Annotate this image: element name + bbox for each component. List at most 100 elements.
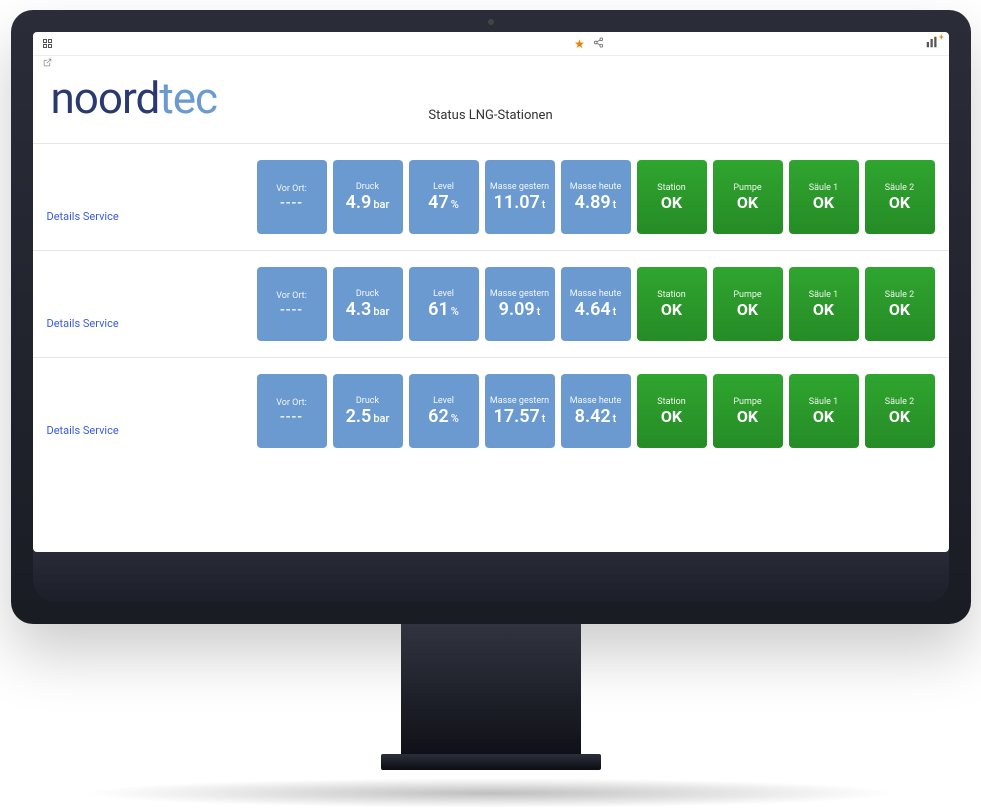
tile-value: 9.09 t [499,301,541,319]
tile-masse-heute[interactable]: Masse heute 4.89 t [561,160,631,234]
header-area: noordtec Status LNG-Stationen [33,72,949,137]
tile-value: 4.9 bar [346,194,390,212]
monitor-base [381,754,601,770]
tile-saeule-2[interactable]: Säule 2 OK [865,374,935,448]
tile-druck[interactable]: Druck 4.9 bar [333,160,403,234]
tile-masse-gestern[interactable]: Masse gestern17.57 t [485,374,555,448]
tile-value: OK [661,195,682,211]
tile-label: Masse heute [570,182,621,192]
tile-label: Säule 1 [809,183,838,193]
tile-masse-gestern[interactable]: Masse gestern11.07 t [485,160,555,234]
camera-dot [488,19,494,25]
tile-label: Masse heute [570,396,621,406]
tile-label: Säule 1 [809,397,838,407]
tile-group: Vor Ort: ---- Druck 4.9 bar Level 47% Masse ge… [257,160,935,234]
tile-saeule-2[interactable]: Säule 2 OK [865,160,935,234]
tile-group: Vor Ort: ---- Druck4.3 bar Level 61% Masse ge… [257,267,935,341]
tile-value: 4.89 t [575,194,617,212]
tile-station[interactable]: Station OK [637,374,707,448]
tile-label: Masse heute [570,289,621,299]
tile-value: OK [813,195,834,211]
tile-value: 11.07 t [494,194,546,212]
tile-druck[interactable]: Druck2.5 bar [333,374,403,448]
edit-icon-row[interactable] [33,56,949,72]
tile-label: Vor Ort: [276,184,307,194]
tile-masse-gestern[interactable]: Masse gestern 9.09 t [485,267,555,341]
tile-pumpe[interactable]: Pumpe OK [713,374,783,448]
tile-label: Masse gestern [490,289,549,299]
station-row: Details ServiceVor Ort:----Druck4.3 barL… [33,257,949,351]
tile-label: Säule 2 [885,183,914,193]
tile-pumpe[interactable]: PumpeOK [713,267,783,341]
monitor-shadow [81,778,901,808]
tile-label: Pumpe [733,397,761,407]
stations-list: Details Service Vor Ort: ---- Druck 4.9 bar L… [33,150,949,458]
tile-level[interactable]: Level 61% [409,267,479,341]
tile-label: Säule 2 [885,397,914,407]
tile-station[interactable]: Station OK [637,160,707,234]
details-service-link[interactable]: Details Service [47,172,257,223]
tile-value: 4.3 bar [346,301,390,319]
tile-vor-ort[interactable]: Vor Ort: ---- [257,160,327,234]
tile-label: Level [433,396,454,406]
tile-value: ---- [280,303,303,317]
tile-value: OK [661,302,682,318]
tile-value: OK [889,409,910,425]
tile-value: OK [737,302,758,318]
tile-label: Level [433,289,454,299]
tile-label: Druck [356,182,379,192]
tile-value: OK [813,302,834,318]
tile-value: OK [661,409,682,425]
logo-part2: tec [159,72,217,124]
tile-group: Vor Ort: ---- Druck2.5 bar Level 62% Masse ge… [257,374,935,448]
tile-label: Station [657,397,685,407]
tile-label: Level [433,182,454,192]
tile-value: ---- [280,410,303,424]
tile-label: Säule 1 [809,290,838,300]
tile-masse-heute[interactable]: Masse heute 4.64 t [561,267,631,341]
tile-value: 62% [428,408,459,426]
topbar: ★ + [33,32,949,56]
tile-level[interactable]: Level 62% [409,374,479,448]
share-icon[interactable] [593,37,604,51]
tile-value: ---- [280,196,303,210]
tile-value: OK [737,195,758,211]
tile-druck[interactable]: Druck4.3 bar [333,267,403,341]
details-service-link[interactable]: Details Service [47,386,257,437]
tile-value: 47% [428,194,459,212]
station-row: Details Service Vor Ort: ---- Druck 4.9 bar L… [33,150,949,244]
station-row: Details ServiceVor Ort:----Druck2.5 barL… [33,364,949,458]
tile-label: Pumpe [733,183,761,193]
tile-vor-ort[interactable]: Vor Ort: ---- [257,374,327,448]
tile-label: Vor Ort: [276,291,307,301]
tile-masse-heute[interactable]: Masse heute8.42 t [561,374,631,448]
tile-value: 2.5 bar [346,408,390,426]
monitor-frame: ★ + noordtec Status LNG-Stationen [11,10,971,808]
tile-station[interactable]: StationOK [637,267,707,341]
favorite-icon[interactable]: ★ [574,37,585,51]
divider [33,143,949,144]
details-service-link[interactable]: Details Service [47,279,257,330]
tile-value: OK [889,195,910,211]
tile-value: 61% [428,301,459,319]
grid-view-icon[interactable] [43,39,52,48]
tile-saeule-1[interactable]: Säule 1 OK [789,374,859,448]
tile-saeule-1[interactable]: Säule 1 OK [789,267,859,341]
tile-vor-ort[interactable]: Vor Ort: ---- [257,267,327,341]
divider [33,357,949,358]
divider [33,250,949,251]
tile-label: Station [657,183,685,193]
tile-saeule-1[interactable]: Säule 1 OK [789,160,859,234]
tile-label: Masse gestern [490,396,549,406]
tile-level[interactable]: Level 47% [409,160,479,234]
tile-label: Vor Ort: [276,398,307,408]
tile-value: OK [889,302,910,318]
tile-value: OK [813,409,834,425]
monitor-bezel: ★ + noordtec Status LNG-Stationen [11,10,971,624]
tile-saeule-2[interactable]: Säule 2 OK [865,267,935,341]
tile-value: OK [737,409,758,425]
tile-pumpe[interactable]: Pumpe OK [713,160,783,234]
tile-value: 4.64 t [575,301,617,319]
tile-label: Säule 2 [885,290,914,300]
add-chart-icon[interactable]: + [926,36,938,51]
